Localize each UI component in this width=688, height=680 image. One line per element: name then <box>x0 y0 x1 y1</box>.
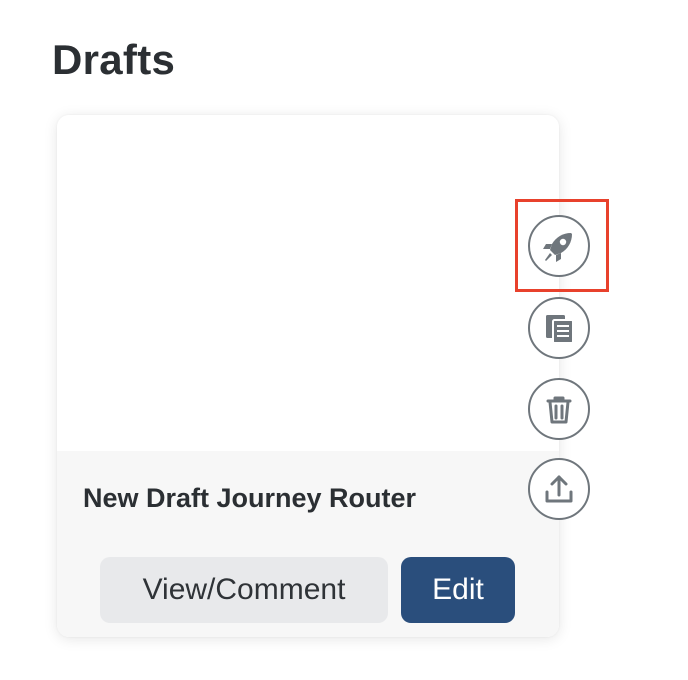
drafts-page: Drafts New Draft Journey Router View/Com… <box>0 0 688 680</box>
section-title: Drafts <box>52 36 176 83</box>
delete-button[interactable] <box>528 378 590 440</box>
draft-preview[interactable] <box>57 115 559 451</box>
duplicate-button[interactable] <box>528 297 590 359</box>
copy-icon <box>541 310 577 346</box>
upload-button[interactable] <box>528 458 590 520</box>
rocket-icon <box>541 228 577 264</box>
trash-icon <box>541 391 577 427</box>
upload-icon <box>541 471 577 507</box>
draft-title: New Draft Journey Router <box>83 483 417 513</box>
view-comment-button[interactable]: View/Comment <box>100 557 388 623</box>
draft-card: New Draft Journey Router View/Comment Ed… <box>57 115 559 637</box>
draft-card-footer: New Draft Journey Router View/Comment Ed… <box>57 451 559 637</box>
launch-button[interactable] <box>528 215 590 277</box>
edit-button[interactable]: Edit <box>401 557 515 623</box>
